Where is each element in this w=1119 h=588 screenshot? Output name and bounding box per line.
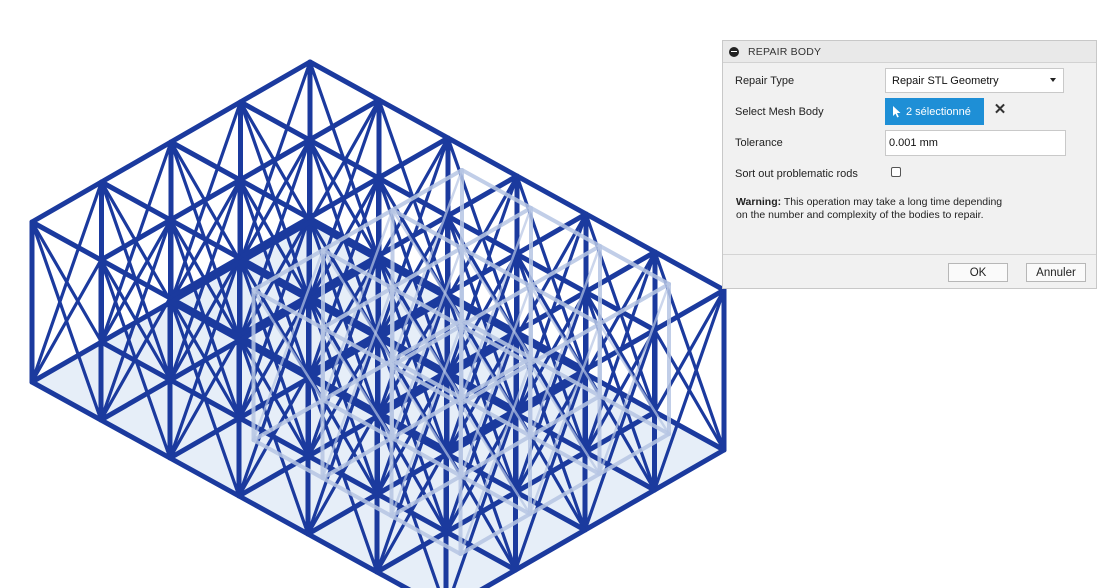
tolerance-input[interactable]: 0.001 mm: [885, 130, 1066, 156]
tolerance-label: Tolerance: [735, 137, 783, 149]
repair-type-value: Repair STL Geometry: [892, 74, 999, 87]
warning-line-1: This operation may take a long time depe…: [781, 196, 1003, 208]
warning-prefix: Warning:: [736, 196, 782, 208]
warning-text: Warning: This operation may take a long …: [736, 196, 1056, 221]
dialog-footer: OK Annuler: [723, 254, 1096, 288]
sort-rods-row: Sort out problematic rods: [735, 168, 885, 180]
warning-line-2: on the number and complexity of the bodi…: [736, 208, 984, 221]
chevron-down-icon[interactable]: [1050, 78, 1056, 82]
mesh-selection-count: 2 sélectionné: [906, 105, 971, 118]
mesh-selection-button[interactable]: 2 sélectionné: [885, 98, 984, 125]
cancel-button[interactable]: Annuler: [1026, 263, 1086, 282]
sort-rods-checkbox[interactable]: [891, 167, 901, 177]
dialog-header[interactable]: REPAIR BODY: [723, 41, 1096, 63]
ok-button[interactable]: OK: [948, 263, 1008, 282]
sort-rods-label: Sort out problematic rods: [735, 168, 858, 180]
collapse-icon[interactable]: [729, 46, 739, 57]
repair-body-dialog: REPAIR BODY Repair Type Repair STL Geome…: [722, 40, 1097, 289]
dialog-title: REPAIR BODY: [748, 45, 822, 58]
repair-type-select[interactable]: Repair STL Geometry: [885, 68, 1064, 93]
select-mesh-row: Select Mesh Body: [735, 106, 885, 118]
clear-selection-icon[interactable]: ✕: [993, 102, 1007, 117]
tolerance-value: 0.001 mm: [889, 137, 938, 149]
repair-type-row: Repair Type: [735, 75, 885, 87]
select-mesh-label: Select Mesh Body: [735, 106, 824, 118]
repair-type-label: Repair Type: [735, 75, 795, 87]
cursor-icon: [893, 105, 901, 117]
tolerance-row: Tolerance: [735, 137, 885, 149]
